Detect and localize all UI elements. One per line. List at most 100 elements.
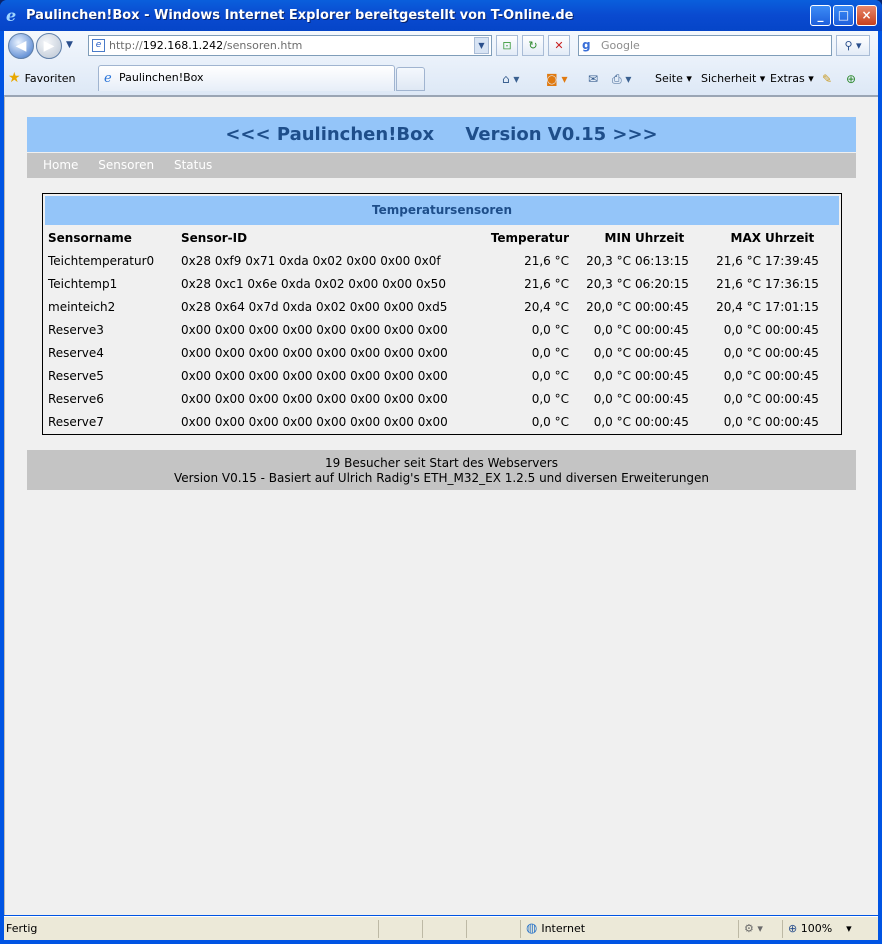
favorites-label: Favoriten [24, 72, 76, 85]
star-icon: ★ [8, 70, 21, 86]
cell-min-time: 00:00:45 [635, 414, 689, 429]
cell-temperatur: 0,0 °C [531, 391, 569, 406]
table-row: meinteich2 0x28 0x64 0x7d 0xda 0x02 0x00 … [46, 295, 840, 318]
address-bar[interactable]: e http://192.168.1.242/sensoren.htm ▼ [88, 35, 492, 56]
cell-sensor-id: 0x00 0x00 0x00 0x00 0x00 0x00 0x00 0x00 [181, 322, 448, 337]
cell-max: 21,6 °C [716, 253, 761, 268]
research-icon[interactable]: ✎ [822, 70, 832, 88]
cell-temperatur: 21,6 °C [524, 276, 569, 291]
extras-menu[interactable]: Extras ▾ [770, 69, 814, 89]
search-input[interactable]: g Google [578, 35, 832, 56]
col-temperatur: Temperatur [490, 231, 569, 245]
globe-icon: ◍ [526, 921, 538, 936]
table-row: Teichtemp1 0x28 0xc1 0x6e 0xda 0x02 0x00 … [46, 272, 840, 295]
new-tab-button[interactable] [396, 67, 425, 91]
table-row: Reserve6 0x00 0x00 0x00 0x00 0x00 0x00 0x… [46, 387, 840, 410]
cell-sensorname: Reserve3 [48, 322, 104, 337]
security-menu-label: Sicherheit [701, 72, 757, 85]
home-icon[interactable]: ⌂ ▾ [502, 70, 519, 88]
address-host: 192.168.1.242 [142, 39, 224, 52]
cell-max-time: 17:39:45 [765, 253, 819, 268]
page-menu[interactable]: Seite ▾ [655, 69, 692, 89]
search-button[interactable]: ⚲ ▾ [836, 35, 870, 56]
cell-temperatur: 20,4 °C [524, 299, 569, 314]
browser-window: e Paulinchen!Box - Windows Internet Expl… [0, 0, 882, 944]
col-sensor-id: Sensor-ID [181, 231, 248, 245]
stop-icon[interactable]: ✕ [548, 35, 570, 56]
protected-mode-icon[interactable]: ⚙ ▾ [744, 917, 763, 941]
menu-status[interactable]: Status [174, 158, 212, 172]
security-zone[interactable]: ◍ Internet [526, 917, 585, 941]
cell-min: 20,3 °C [586, 276, 631, 291]
table-row: Reserve7 0x00 0x00 0x00 0x00 0x00 0x00 0x… [46, 410, 840, 433]
google-icon: g [582, 38, 591, 52]
browser-tab[interactable]: e Paulinchen!Box [98, 65, 395, 91]
cell-max: 0,0 °C [723, 322, 761, 337]
cell-max: 0,0 °C [723, 345, 761, 360]
cell-sensor-id: 0x28 0xc1 0x6e 0xda 0x02 0x00 0x00 0x50 [181, 276, 446, 291]
col-sensorname: Sensorname [48, 231, 132, 245]
refresh-icon[interactable]: ↻ [522, 35, 544, 56]
cell-sensorname: Reserve5 [48, 368, 104, 383]
browser-chrome: ◀ ▶ ▼ e http://192.168.1.242/sensoren.ht… [4, 31, 878, 95]
ie-logo-icon: e [6, 6, 17, 25]
extras-menu-label: Extras [770, 72, 805, 85]
cell-min-time: 00:00:45 [635, 299, 689, 314]
close-button[interactable]: × [856, 5, 877, 26]
feeds-icon[interactable]: ◙ ▾ [546, 70, 567, 88]
recent-pages-dropdown-icon[interactable]: ▼ [66, 40, 73, 50]
cell-max: 21,6 °C [716, 276, 761, 291]
col-min-time: Uhrzeit [635, 231, 685, 245]
cell-min: 0,0 °C [593, 345, 631, 360]
cell-temperatur: 0,0 °C [531, 414, 569, 429]
visitor-count: 19 Besucher seit Start des Webservers [325, 456, 558, 470]
favorites-button[interactable]: ★ Favoriten [8, 68, 76, 88]
page-menu-label: Seite [655, 72, 683, 85]
back-button[interactable]: ◀ [8, 33, 34, 59]
mail-icon[interactable]: ✉ [588, 70, 598, 88]
table-row: Teichtemperatur0 0x28 0xf9 0x71 0xda 0x02… [46, 249, 840, 272]
cell-temperatur: 0,0 °C [531, 345, 569, 360]
zoom-icon: ⊕ [788, 922, 798, 935]
print-icon[interactable]: ⎙ ▾ [612, 70, 631, 88]
page-content: <<< Paulinchen!Box Version V0.15 >>> Hom… [4, 95, 878, 915]
status-divider [378, 920, 379, 938]
status-text: Fertig [6, 922, 38, 935]
col-min: MIN [604, 231, 631, 245]
page-icon: e [92, 39, 105, 52]
search-placeholder: Google [601, 39, 640, 52]
address-prefix: http:// [109, 39, 143, 52]
table-row: Reserve4 0x00 0x00 0x00 0x00 0x00 0x00 0x… [46, 341, 840, 364]
addon-icon[interactable]: ⊕ [846, 70, 856, 88]
cell-min: 0,0 °C [593, 368, 631, 383]
cell-max-time: 00:00:45 [765, 368, 819, 383]
title-bar[interactable]: e Paulinchen!Box - Windows Internet Expl… [0, 0, 882, 31]
cell-min-time: 06:20:15 [635, 276, 689, 291]
cell-max-time: 17:36:15 [765, 276, 819, 291]
table-caption: Temperatursensoren [45, 196, 839, 225]
cell-sensorname: Reserve6 [48, 391, 104, 406]
cell-sensor-id: 0x00 0x00 0x00 0x00 0x00 0x00 0x00 0x00 [181, 345, 448, 360]
version-info: Version V0.15 - Basiert auf Ulrich Radig… [173, 471, 710, 485]
main-menu: Home Sensoren Status [27, 153, 856, 178]
status-divider [738, 920, 739, 938]
cell-min: 0,0 °C [593, 414, 631, 429]
forward-button[interactable]: ▶ [36, 33, 62, 59]
cell-sensorname: Teichtemperatur0 [48, 253, 155, 268]
address-dropdown-icon[interactable]: ▼ [474, 37, 489, 54]
cell-sensor-id: 0x00 0x00 0x00 0x00 0x00 0x00 0x00 0x00 [181, 391, 448, 406]
compatibility-view-icon[interactable]: ⊡ [496, 35, 518, 56]
cell-sensor-id: 0x28 0xf9 0x71 0xda 0x02 0x00 0x00 0x0f [181, 253, 441, 268]
sensor-table: Sensorname Sensor-ID Temperatur MIN Uhrz… [46, 227, 840, 433]
zoom-control[interactable]: ⊕ 100% ▾ [788, 917, 852, 941]
menu-sensoren[interactable]: Sensoren [98, 158, 154, 172]
security-menu[interactable]: Sicherheit ▾ [701, 69, 765, 89]
table-row: Reserve3 0x00 0x00 0x00 0x00 0x00 0x00 0x… [46, 318, 840, 341]
menu-home[interactable]: Home [43, 158, 78, 172]
window-title: Paulinchen!Box - Windows Internet Explor… [26, 8, 574, 23]
cell-sensorname: meinteich2 [48, 299, 116, 314]
cell-sensor-id: 0x28 0x64 0x7d 0xda 0x02 0x00 0x00 0xd5 [181, 299, 448, 314]
minimize-button[interactable]: _ [810, 5, 831, 26]
cell-temperatur: 21,6 °C [524, 253, 569, 268]
maximize-button[interactable]: □ [833, 5, 854, 26]
